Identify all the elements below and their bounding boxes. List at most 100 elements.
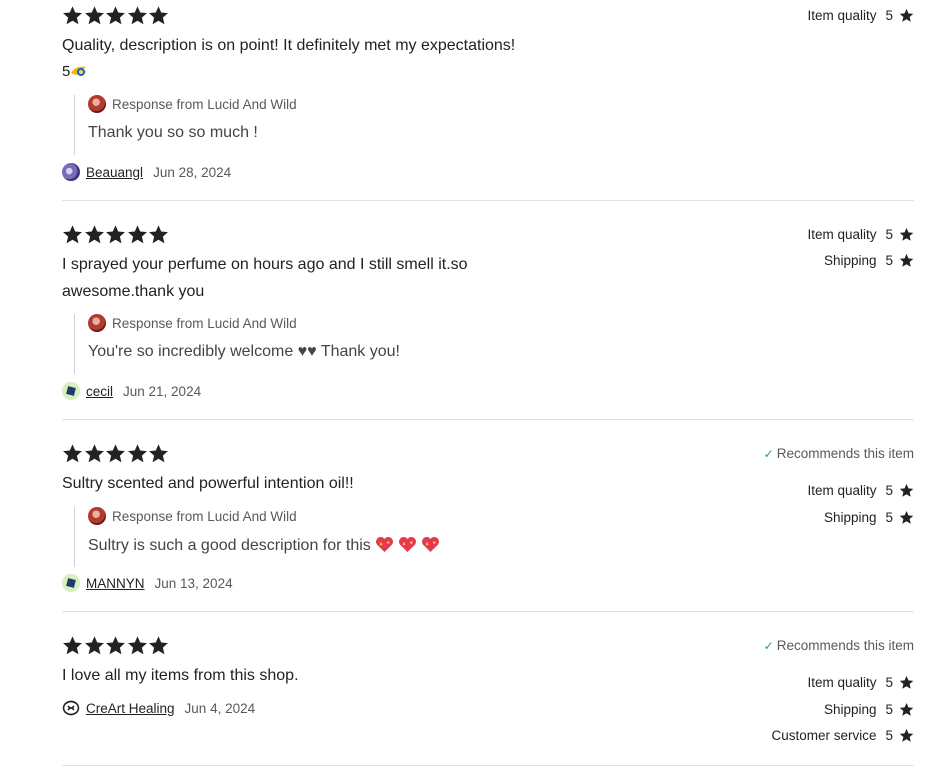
star-icon bbox=[899, 728, 914, 743]
reviewer-link[interactable]: CreArt Healing bbox=[86, 701, 175, 716]
comet-emoji-icon bbox=[71, 66, 88, 76]
review-text-line-2: awesome.thank you bbox=[62, 283, 205, 300]
rating-label: Shipping bbox=[823, 253, 877, 268]
recommends-label: Recommends this item bbox=[776, 446, 914, 461]
checkmark-icon: ✓ bbox=[763, 638, 774, 653]
star-icon bbox=[84, 224, 105, 245]
seller-response: Response from Lucid And Wild Thank you s… bbox=[74, 95, 297, 155]
rating-shipping: Shipping 5 bbox=[824, 702, 914, 717]
rating-value: 5 bbox=[885, 227, 893, 242]
sparkling-heart-icon bbox=[399, 536, 417, 553]
response-label: Response from Lucid And Wild bbox=[112, 96, 297, 112]
star-icon bbox=[127, 224, 148, 245]
review-footer: MANNYN Jun 13, 2024 bbox=[62, 574, 233, 592]
review-extra-text: 5 bbox=[62, 63, 71, 80]
star-rating bbox=[62, 443, 170, 465]
rating-item-quality: Item quality 5 bbox=[807, 675, 914, 690]
rating-customer-service: Customer service 5 bbox=[771, 728, 914, 743]
star-icon bbox=[899, 675, 914, 690]
response-header: Response from Lucid And Wild bbox=[88, 95, 297, 113]
rating-value: 5 bbox=[885, 483, 893, 498]
avatar bbox=[62, 382, 80, 400]
star-icon bbox=[148, 635, 169, 656]
divider bbox=[62, 765, 914, 766]
response-header: Response from Lucid And Wild bbox=[88, 507, 297, 525]
divider bbox=[62, 200, 914, 201]
star-icon bbox=[84, 5, 105, 26]
star-icon bbox=[62, 635, 83, 656]
review-date: Jun 4, 2024 bbox=[184, 700, 256, 716]
rating-label: Item quality bbox=[807, 675, 877, 690]
recommends-badge: ✓ Recommends this item bbox=[764, 446, 914, 461]
response-text: Thank you so so much ! bbox=[88, 124, 258, 141]
response-text-line: Sultry is such a good description for th… bbox=[88, 536, 440, 555]
rating-value: 5 bbox=[885, 510, 893, 525]
response-header: Response from Lucid And Wild bbox=[88, 314, 297, 332]
rating-item-quality: Item quality 5 bbox=[807, 8, 914, 23]
star-icon bbox=[899, 227, 914, 242]
star-icon bbox=[105, 635, 126, 656]
rating-shipping: Shipping 5 bbox=[824, 510, 914, 525]
recommends-label: Recommends this item bbox=[776, 638, 914, 653]
rating-value: 5 bbox=[885, 253, 893, 268]
rating-shipping: Shipping 5 bbox=[824, 253, 914, 268]
review-text-line-1: I sprayed your perfume on hours ago and … bbox=[62, 256, 468, 273]
star-icon bbox=[105, 5, 126, 26]
rating-label: Item quality bbox=[807, 483, 877, 498]
star-icon bbox=[105, 443, 126, 464]
divider bbox=[62, 611, 914, 612]
star-icon bbox=[84, 443, 105, 464]
review-footer: cecil Jun 21, 2024 bbox=[62, 382, 201, 400]
star-icon bbox=[127, 5, 148, 26]
review-card: Quality, description is on point! It def… bbox=[62, 5, 914, 190]
seller-avatar bbox=[88, 507, 106, 525]
rating-item-quality: Item quality 5 bbox=[807, 483, 914, 498]
seller-response: Response from Lucid And Wild Sultry is s… bbox=[74, 507, 440, 567]
response-text: Sultry is such a good description for th… bbox=[88, 537, 371, 554]
divider bbox=[62, 419, 914, 420]
rating-value: 5 bbox=[885, 675, 893, 690]
rating-label: Item quality bbox=[807, 8, 877, 23]
rating-value: 5 bbox=[885, 728, 893, 743]
star-icon bbox=[84, 635, 105, 656]
review-card: Sultry scented and powerful intention oi… bbox=[62, 443, 914, 603]
seller-response: Response from Lucid And Wild You're so i… bbox=[74, 314, 400, 374]
hearts bbox=[375, 536, 440, 553]
star-rating bbox=[62, 224, 170, 246]
review-footer: CreArt Healing Jun 4, 2024 bbox=[62, 699, 255, 717]
star-rating bbox=[62, 635, 170, 657]
star-icon bbox=[62, 224, 83, 245]
avatar bbox=[62, 574, 80, 592]
rating-value: 5 bbox=[885, 8, 893, 23]
reviewer-link[interactable]: MANNYN bbox=[86, 576, 145, 591]
star-icon bbox=[148, 443, 169, 464]
review-date: Jun 13, 2024 bbox=[154, 575, 233, 591]
star-icon bbox=[148, 5, 169, 26]
sparkling-heart-icon bbox=[376, 536, 394, 553]
response-label: Response from Lucid And Wild bbox=[112, 508, 297, 524]
star-icon bbox=[899, 510, 914, 525]
rating-item-quality: Item quality 5 bbox=[807, 227, 914, 242]
review-footer: Beauangl Jun 28, 2024 bbox=[62, 163, 231, 181]
star-icon bbox=[127, 635, 148, 656]
rating-label: Shipping bbox=[823, 510, 877, 525]
recommends-badge: ✓ Recommends this item bbox=[764, 638, 914, 653]
review-card: I sprayed your perfume on hours ago and … bbox=[62, 224, 914, 409]
star-rating bbox=[62, 5, 170, 27]
star-icon bbox=[105, 224, 126, 245]
avatar bbox=[62, 163, 80, 181]
review-card: I love all my items from this shop. CreA… bbox=[62, 635, 914, 755]
star-icon bbox=[899, 8, 914, 23]
star-icon bbox=[899, 483, 914, 498]
reviewer-link[interactable]: Beauangl bbox=[86, 165, 143, 180]
seller-avatar bbox=[88, 95, 106, 113]
rating-label: Shipping bbox=[823, 702, 877, 717]
review-text: I love all my items from this shop. bbox=[62, 667, 299, 684]
rating-label: Item quality bbox=[807, 227, 877, 242]
star-icon bbox=[127, 443, 148, 464]
review-text: Quality, description is on point! It def… bbox=[62, 37, 516, 54]
avatar bbox=[62, 700, 80, 716]
reviewer-link[interactable]: cecil bbox=[86, 384, 113, 399]
sparkling-heart-icon bbox=[422, 536, 440, 553]
star-icon bbox=[62, 5, 83, 26]
